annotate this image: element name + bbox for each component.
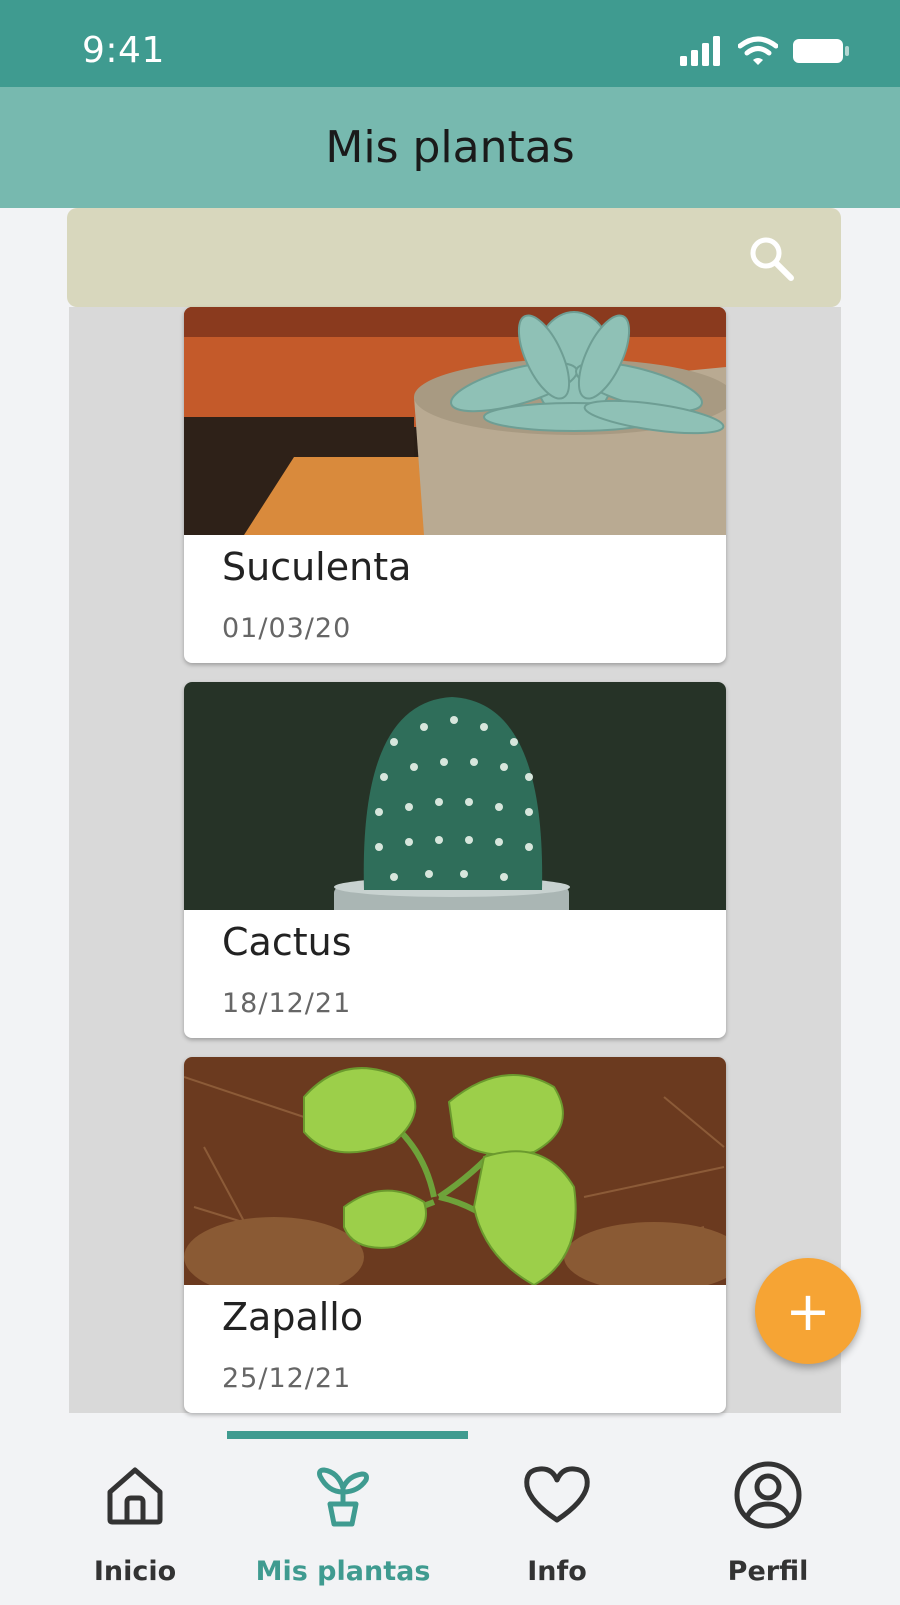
plant-date: 25/12/21: [222, 1363, 352, 1394]
nav-item-inicio[interactable]: Inicio: [35, 1458, 235, 1588]
bottom-nav: Inicio Mis plantas Info Perfil: [0, 1428, 900, 1605]
page-title: Mis plantas: [325, 122, 575, 173]
plant-photo-squash: [184, 1057, 726, 1285]
app-header: Mis plantas: [0, 87, 900, 208]
plant-date: 18/12/21: [222, 988, 352, 1019]
search-bar[interactable]: [67, 208, 841, 307]
active-tab-indicator: [227, 1431, 468, 1439]
status-time: 9:41: [82, 30, 165, 71]
plus-icon: +: [785, 1279, 831, 1343]
wifi-icon: [738, 36, 778, 65]
signal-icon: [680, 36, 720, 66]
nav-item-mis-plantas[interactable]: Mis plantas: [243, 1458, 443, 1588]
plant-name: Zapallo: [222, 1295, 364, 1339]
nav-label: Info: [527, 1556, 587, 1587]
heart-icon: [524, 1466, 590, 1523]
plant-date: 01/03/20: [222, 613, 352, 644]
profile-icon: [734, 1461, 802, 1529]
status-icons: [680, 36, 850, 66]
plant-card-zapallo[interactable]: Zapallo 25/12/21: [184, 1057, 726, 1413]
nav-label: Mis plantas: [255, 1556, 431, 1587]
battery-icon: [793, 39, 849, 63]
home-icon: [107, 1467, 163, 1525]
add-plant-button[interactable]: +: [755, 1258, 861, 1364]
plant-name: Suculenta: [222, 545, 412, 589]
plant-card-suculenta[interactable]: Suculenta 01/03/20: [184, 307, 726, 663]
status-bar: 9:41: [0, 0, 900, 87]
plant-icon: [317, 1467, 369, 1527]
search-icon[interactable]: [747, 234, 797, 284]
nav-label: Inicio: [93, 1556, 177, 1587]
plant-photo-cactus: [184, 682, 726, 910]
nav-label: Perfil: [727, 1556, 809, 1587]
plant-card-cactus[interactable]: Cactus 18/12/21: [184, 682, 726, 1038]
plant-photo-succulent: [184, 307, 726, 535]
nav-item-perfil[interactable]: Perfil: [668, 1458, 868, 1588]
plant-name: Cactus: [222, 920, 352, 964]
nav-item-info[interactable]: Info: [457, 1458, 657, 1588]
